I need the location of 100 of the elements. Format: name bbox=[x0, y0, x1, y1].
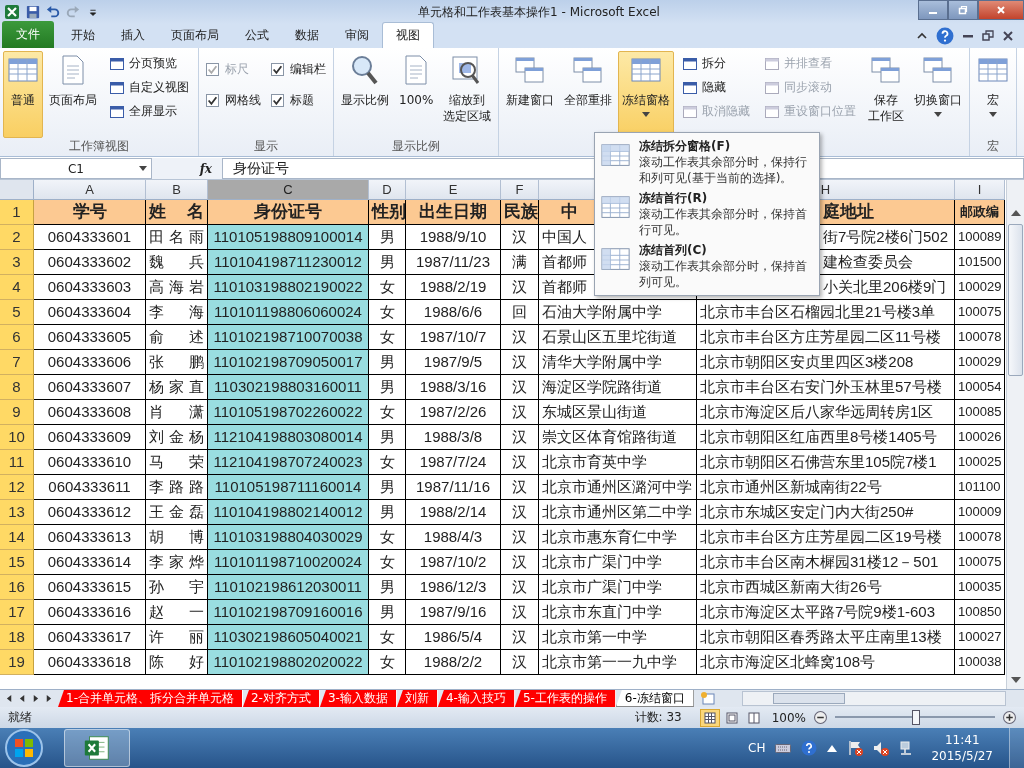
table-cell: 女 bbox=[369, 325, 406, 350]
table-cell: 北京市朝阳区安贞里四区3楼208 bbox=[697, 350, 955, 375]
table-cell: 汉 bbox=[501, 325, 539, 350]
window-title: 单元格和工作表基本操作1 - Microsoft Excel bbox=[417, 3, 661, 21]
count-text: 计数: 33 bbox=[634, 709, 682, 726]
table-cell: 0604333609 bbox=[34, 425, 146, 450]
table-cell: 石油大学附属中学 bbox=[539, 300, 697, 325]
table-cell: 性别 bbox=[369, 200, 406, 225]
table-cell: 女 bbox=[369, 300, 406, 325]
table-cell: 100054 bbox=[955, 375, 1005, 400]
table-cell: 北京市丰台区方庄芳星园二区19号楼 bbox=[697, 525, 955, 550]
table-cell: 1987/10/7 bbox=[406, 325, 501, 350]
table-cell: 0604333614 bbox=[34, 550, 146, 575]
table-cell: 1987/10/2 bbox=[406, 550, 501, 575]
table-cell: 北京市海淀区北蜂窝108号 bbox=[697, 650, 955, 675]
table-cell: 0604333610 bbox=[34, 450, 146, 475]
table-cell: 110102198710070038 bbox=[208, 325, 369, 350]
table-cell: 100089 bbox=[955, 225, 1005, 250]
table-cell: 北京市朝阳区春秀路太平庄南里13楼 bbox=[697, 625, 955, 650]
table-cell: 110105198809100014 bbox=[208, 225, 369, 250]
table-cell: 101500 bbox=[955, 250, 1005, 275]
table-cell: 汉 bbox=[501, 400, 539, 425]
table-cell: 100078 bbox=[955, 325, 1005, 350]
table-cell: 汉 bbox=[501, 575, 539, 600]
table-cell: 100026 bbox=[955, 425, 1005, 450]
table-cell: 1988/9/10 bbox=[406, 225, 501, 250]
table-cell: 民族 bbox=[501, 200, 539, 225]
table-cell: 100038 bbox=[955, 650, 1005, 675]
table-cell: 1988/6/6 bbox=[406, 300, 501, 325]
table-cell: 汉 bbox=[501, 450, 539, 475]
table-cell: 1987/9/5 bbox=[406, 350, 501, 375]
table-cell: 0604333605 bbox=[34, 325, 146, 350]
table-cell: 1987/9/16 bbox=[406, 600, 501, 625]
table-cell: 北京市育英中学 bbox=[539, 450, 697, 475]
table-cell: 汉 bbox=[501, 350, 539, 375]
table-cell: 100850 bbox=[955, 600, 1005, 625]
table-cell: 汉 bbox=[501, 275, 539, 300]
table-cell: 0604333604 bbox=[34, 300, 146, 325]
table-cell: 0604333617 bbox=[34, 625, 146, 650]
table-cell: 北京市海淀区后八家华远周转房1区 bbox=[697, 400, 955, 425]
table-cell: 汉 bbox=[501, 550, 539, 575]
table-cell: 北京市朝阳区红庙西里8号楼1405号 bbox=[697, 425, 955, 450]
table-cell: 北京市通州区潞河中学 bbox=[539, 475, 697, 500]
table-cell: 1986/5/4 bbox=[406, 625, 501, 650]
table-cell: 北京市广渠门中学 bbox=[539, 575, 697, 600]
table-cell: 0604333611 bbox=[34, 475, 146, 500]
table-cell: 北京市惠东育仁中学 bbox=[539, 525, 697, 550]
table-cell: 清华大学附属中学 bbox=[539, 350, 697, 375]
table-cell: 汉 bbox=[501, 475, 539, 500]
table-cell: 100035 bbox=[955, 575, 1005, 600]
table-cell: 0604333612 bbox=[34, 500, 146, 525]
table-cell: 1988/2/14 bbox=[406, 500, 501, 525]
table-cell: 100075 bbox=[955, 550, 1005, 575]
table-cell: 男 bbox=[369, 350, 406, 375]
table-cell: 崇文区体育馆路街道 bbox=[539, 425, 697, 450]
table-cell: 回 bbox=[501, 300, 539, 325]
group-label: 工作簿视图 bbox=[68, 138, 130, 154]
table-cell: 汉 bbox=[501, 375, 539, 400]
table-cell: 1987/11/16 bbox=[406, 475, 501, 500]
table-cell: 男 bbox=[369, 250, 406, 275]
table-cell: 0604333603 bbox=[34, 275, 146, 300]
table-cell: 110102198802020022 bbox=[208, 650, 369, 675]
table-cell: 0604333618 bbox=[34, 650, 146, 675]
table-cell: 北京市第一一九中学 bbox=[539, 650, 697, 675]
table-cell: 100078 bbox=[955, 525, 1005, 550]
table-cell: 北京市丰台区南木樨园31楼12－501 bbox=[697, 550, 955, 575]
table-cell: 男 bbox=[369, 225, 406, 250]
table-cell: 北京市丰台区石榴园北里21号楼3单 bbox=[697, 300, 955, 325]
table-cell: 110104198711230012 bbox=[208, 250, 369, 275]
table-cell: 学号 bbox=[34, 200, 146, 225]
table-cell: 100027 bbox=[955, 625, 1005, 650]
group-label: 显示比例 bbox=[391, 138, 442, 154]
table-cell: 0604333602 bbox=[34, 250, 146, 275]
table-cell: 汉 bbox=[501, 425, 539, 450]
table-cell: 海淀区学院路街道 bbox=[539, 375, 697, 400]
table-cell: 北京市第一中学 bbox=[539, 625, 697, 650]
table-cell: 110302198605040021 bbox=[208, 625, 369, 650]
table-cell: 1986/12/3 bbox=[406, 575, 501, 600]
table-cell: 东城区景山街道 bbox=[539, 400, 697, 425]
table-cell: 100029 bbox=[955, 275, 1005, 300]
table-cell: 汉 bbox=[501, 225, 539, 250]
menu-item-title: 冻结拆分窗格(F) bbox=[639, 138, 732, 154]
table-cell: 女 bbox=[369, 400, 406, 425]
table-cell: 女 bbox=[369, 275, 406, 300]
table-cell: 1988/3/16 bbox=[406, 375, 501, 400]
table-cell: 110103198802190022 bbox=[208, 275, 369, 300]
table-cell: 100075 bbox=[955, 300, 1005, 325]
table-cell: 满 bbox=[501, 250, 539, 275]
table-cell: 0604333613 bbox=[34, 525, 146, 550]
table-cell: 男 bbox=[369, 375, 406, 400]
table-cell: 1988/2/2 bbox=[406, 650, 501, 675]
group-label: 宏 bbox=[986, 138, 1001, 154]
table-cell: 汉 bbox=[501, 525, 539, 550]
table-cell: 100009 bbox=[955, 500, 1005, 525]
table-cell: 北京市丰台区右安门外玉林里57号楼 bbox=[697, 375, 955, 400]
table-cell: 110103198804030029 bbox=[208, 525, 369, 550]
table-cell: 110101198710020024 bbox=[208, 550, 369, 575]
table-cell: 北京市海淀区太平路7号院9楼1-603 bbox=[697, 600, 955, 625]
table-cell: 汉 bbox=[501, 600, 539, 625]
table-cell: 1988/2/19 bbox=[406, 275, 501, 300]
